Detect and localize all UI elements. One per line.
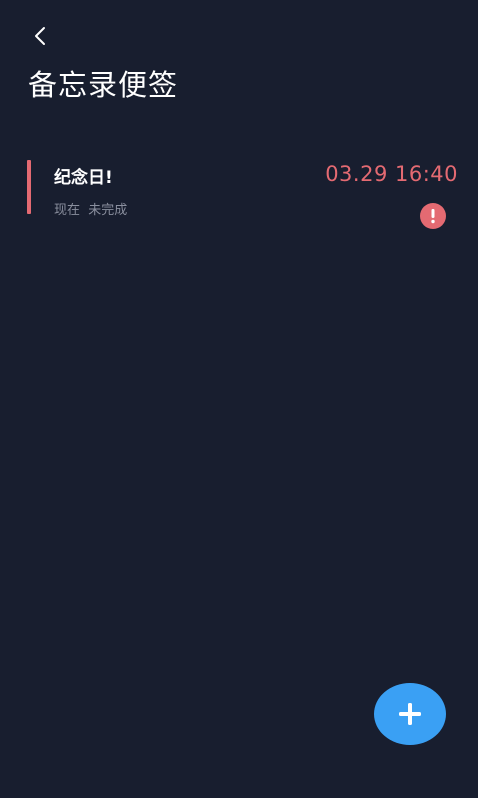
page-title: 备忘录便签 <box>28 68 179 102</box>
memo-list-item[interactable]: 纪念日! 现在 未完成 03.29 16:40 <box>27 160 462 229</box>
memo-time: 03.29 16:40 <box>325 162 458 186</box>
chevron-left-icon <box>35 27 45 45</box>
memo-screen: 备忘录便签 纪念日! 现在 未完成 03.29 16:40 <box>0 0 478 798</box>
exclamation-circle-icon <box>420 203 446 229</box>
memo-accent-bar <box>27 160 31 214</box>
plus-icon <box>399 703 421 725</box>
memo-status: 现在 未完成 <box>54 203 128 218</box>
add-memo-button[interactable] <box>374 683 446 745</box>
back-button[interactable] <box>24 20 56 52</box>
memo-title: 纪念日! <box>54 168 113 188</box>
